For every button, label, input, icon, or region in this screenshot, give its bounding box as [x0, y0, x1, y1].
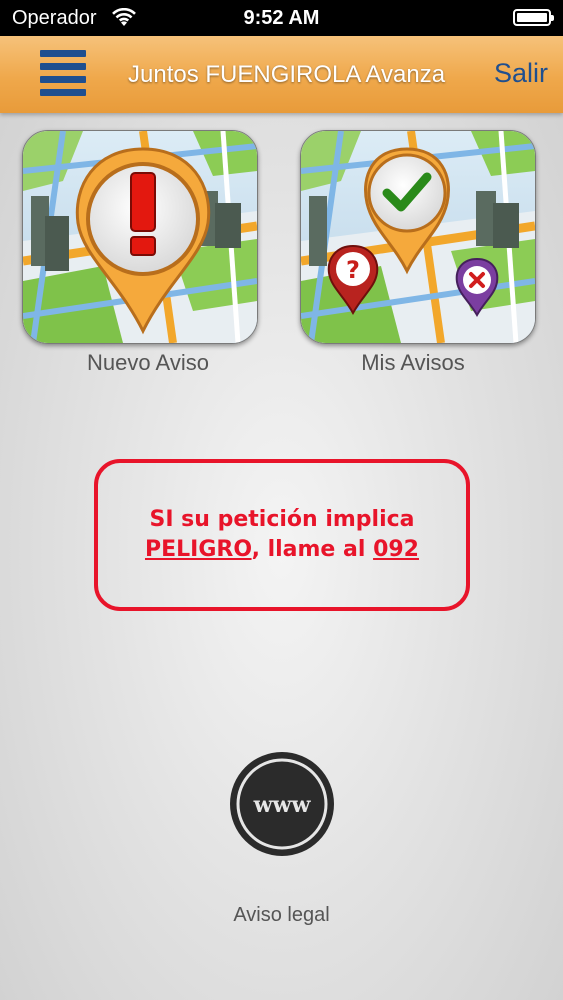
new-report-tile[interactable]: Nuevo Aviso [22, 130, 258, 380]
website-button[interactable]: www [229, 751, 335, 857]
danger-emphasis: PELIGRO [144, 537, 252, 562]
www-label: www [253, 792, 312, 818]
emergency-phone-link[interactable]: 092 [373, 537, 419, 562]
status-bar: Operador 9:52 AM [0, 0, 563, 36]
warning-line-2: PELIGRO, llame al 092 [145, 535, 419, 565]
app-title: Juntos FUENGIROLA Avanza [128, 61, 446, 88]
my-reports-tile[interactable]: ? Mis Avisos [300, 130, 536, 380]
legal-notice-link[interactable]: Aviso legal [0, 904, 563, 927]
warning-middle-text: , llame al [251, 537, 374, 562]
my-reports-image: ? [300, 130, 536, 344]
battery-icon [513, 9, 554, 26]
svg-text:?: ? [346, 256, 360, 284]
danger-warning-box: SI su petición implica PELIGRO, llame al… [94, 459, 470, 611]
www-globe-icon: www [230, 752, 334, 856]
nav-bar: Juntos FUENGIROLA Avanza Salir [0, 36, 563, 113]
logout-button[interactable]: Salir [494, 58, 548, 89]
warning-line-1: SI su petición implica [149, 507, 415, 532]
menu-button[interactable] [40, 50, 86, 96]
my-reports-label: Mis Avisos [361, 350, 465, 375]
status-time: 9:52 AM [243, 7, 320, 29]
new-report-image [22, 130, 258, 344]
new-report-label: Nuevo Aviso [87, 350, 209, 375]
